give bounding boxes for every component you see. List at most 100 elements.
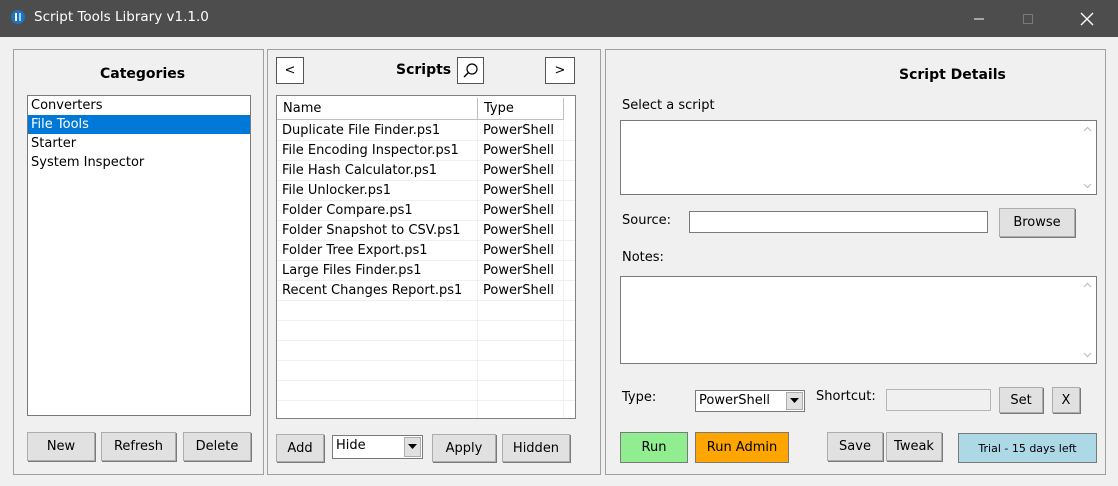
table-row[interactable]: Folder Compare.ps1 PowerShell xyxy=(277,201,575,221)
scroll-up-icon xyxy=(1083,126,1092,132)
new-button[interactable]: New xyxy=(27,432,95,461)
description-textarea[interactable] xyxy=(620,120,1097,195)
category-item-selected[interactable]: File Tools xyxy=(28,115,250,134)
cell-name xyxy=(277,321,478,341)
filter-select-value: Hide xyxy=(336,438,366,453)
maximize-button[interactable] xyxy=(1005,0,1051,37)
scroll-up-icon xyxy=(1083,282,1092,288)
type-dropdown-button[interactable] xyxy=(786,392,803,410)
save-button[interactable]: Save xyxy=(827,432,883,461)
cell-type xyxy=(478,301,564,321)
trial-status-badge: Trial - 15 days left xyxy=(958,433,1097,463)
close-icon xyxy=(1080,12,1094,25)
filter-dropdown-button[interactable] xyxy=(404,437,421,457)
table-row[interactable]: Folder Snapshot to CSV.ps1 PowerShell xyxy=(277,221,575,241)
categories-list[interactable]: Converters File Tools Starter System Ins… xyxy=(27,95,251,416)
app-icon xyxy=(11,10,25,24)
column-header-name[interactable]: Name xyxy=(277,98,478,120)
run-admin-button[interactable]: Run Admin xyxy=(695,432,789,463)
scroll-down-icon xyxy=(1083,352,1092,358)
type-select-value: PowerShell xyxy=(699,393,771,408)
filter-select[interactable]: Hide xyxy=(332,435,423,459)
column-header-type[interactable]: Type xyxy=(478,98,564,120)
notes-label: Notes: xyxy=(622,250,664,265)
source-label: Source: xyxy=(622,213,672,228)
next-button[interactable]: > xyxy=(545,57,575,84)
notes-textarea[interactable] xyxy=(620,276,1097,364)
title-bar: Script Tools Library v1.1.0 xyxy=(0,0,1118,37)
cell-type xyxy=(478,381,564,401)
clear-shortcut-button[interactable]: X xyxy=(1052,387,1080,413)
table-row[interactable]: File Unlocker.ps1 PowerShell xyxy=(277,181,575,201)
cell-name: Folder Snapshot to CSV.ps1 xyxy=(277,221,478,241)
minimize-icon xyxy=(974,18,984,19)
run-button[interactable]: Run xyxy=(620,432,688,463)
cell-name xyxy=(277,301,478,321)
cell-type: PowerShell xyxy=(478,141,564,161)
close-button[interactable] xyxy=(1064,0,1110,37)
description-scrollbar[interactable] xyxy=(1079,121,1096,194)
cell-name: Recent Changes Report.ps1 xyxy=(277,281,478,301)
apply-button[interactable]: Apply xyxy=(432,434,496,462)
cell-type: PowerShell xyxy=(478,161,564,181)
hidden-button[interactable]: Hidden xyxy=(502,434,570,462)
cell-name: File Unlocker.ps1 xyxy=(277,181,478,201)
category-item[interactable]: System Inspector xyxy=(28,153,250,172)
cell-type: PowerShell xyxy=(478,241,564,261)
scroll-down-icon xyxy=(1083,183,1092,189)
table-row[interactable]: Duplicate File Finder.ps1 PowerShell xyxy=(277,121,575,141)
cell-type: PowerShell xyxy=(478,261,564,281)
category-item[interactable]: Converters xyxy=(28,96,250,115)
cell-name: File Hash Calculator.ps1 xyxy=(277,161,478,181)
type-select[interactable]: PowerShell xyxy=(695,390,805,412)
table-row-empty xyxy=(277,301,575,321)
details-title: Script Details xyxy=(899,67,1006,83)
delete-button[interactable]: Delete xyxy=(183,432,251,461)
refresh-button[interactable]: Refresh xyxy=(101,432,176,461)
chevron-down-icon xyxy=(408,444,417,449)
search-icon xyxy=(463,62,478,77)
table-row-empty xyxy=(277,381,575,401)
table-header: Name Type xyxy=(277,96,575,120)
table-row[interactable]: Folder Tree Export.ps1 PowerShell xyxy=(277,241,575,261)
cell-type: PowerShell xyxy=(478,181,564,201)
tweak-button[interactable]: Tweak xyxy=(886,432,942,461)
table-row[interactable]: File Hash Calculator.ps1 PowerShell xyxy=(277,161,575,181)
shortcut-label: Shortcut: xyxy=(816,389,876,404)
cell-name: Duplicate File Finder.ps1 xyxy=(277,121,478,141)
cell-name xyxy=(277,401,478,418)
set-shortcut-button[interactable]: Set xyxy=(999,387,1043,413)
cell-name: Large Files Finder.ps1 xyxy=(277,261,478,281)
maximize-icon xyxy=(1023,13,1033,24)
notes-scrollbar[interactable] xyxy=(1079,277,1096,363)
prev-button[interactable]: < xyxy=(276,57,304,84)
select-script-label: Select a script xyxy=(622,98,715,113)
table-row[interactable]: Recent Changes Report.ps1 PowerShell xyxy=(277,281,575,301)
table-row-empty xyxy=(277,341,575,361)
categories-panel: Categories Converters File Tools Starter… xyxy=(13,49,264,475)
category-item[interactable]: Starter xyxy=(28,134,250,153)
table-row[interactable]: File Encoding Inspector.ps1 PowerShell xyxy=(277,141,575,161)
source-input[interactable] xyxy=(689,211,988,233)
cell-name: Folder Compare.ps1 xyxy=(277,201,478,221)
categories-title: Categories xyxy=(100,66,186,82)
scripts-panel: < Scripts > Name Type Duplicate File Fin… xyxy=(267,49,601,475)
add-button[interactable]: Add xyxy=(276,434,324,462)
table-row-empty xyxy=(277,401,575,418)
cell-name xyxy=(277,341,478,361)
cell-type xyxy=(478,341,564,361)
chevron-down-icon xyxy=(790,398,799,403)
type-label: Type: xyxy=(622,390,657,405)
table-row[interactable]: Large Files Finder.ps1 PowerShell xyxy=(277,261,575,281)
shortcut-input[interactable] xyxy=(886,389,991,411)
cell-type: PowerShell xyxy=(478,121,564,141)
cell-name xyxy=(277,361,478,381)
table-row-empty xyxy=(277,321,575,341)
browse-button[interactable]: Browse xyxy=(999,208,1075,237)
cell-type xyxy=(478,401,564,418)
minimize-button[interactable] xyxy=(956,0,1002,37)
search-button[interactable] xyxy=(457,57,484,84)
scripts-table[interactable]: Name Type Duplicate File Finder.ps1 Power… xyxy=(276,95,576,419)
cell-type xyxy=(478,321,564,341)
window-title: Script Tools Library v1.1.0 xyxy=(34,9,209,25)
